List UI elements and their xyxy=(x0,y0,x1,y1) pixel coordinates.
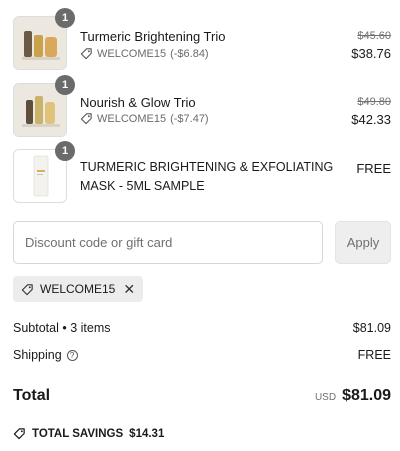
total-row: Total USD $81.09 xyxy=(13,387,391,405)
total-amount: $81.09 xyxy=(342,387,391,404)
info-icon[interactable]: ? xyxy=(66,349,78,361)
tag-icon xyxy=(80,48,92,60)
total-label: Total xyxy=(13,387,51,404)
shipping-label-group: Shipping ? xyxy=(13,348,78,362)
tag-icon xyxy=(21,283,33,295)
tag-icon xyxy=(13,428,25,440)
line-item: 1 Nourish & Glow Trio WELCOME15 (-$7.47)… xyxy=(0,75,400,139)
subtotal-value: $81.09 xyxy=(352,321,391,335)
product-name: TURMERIC BRIGHTENING & EXFOLIATING MASK … xyxy=(80,160,334,193)
discount-amount: (-$6.84) xyxy=(170,47,209,60)
product-thumbnail: 1 xyxy=(13,75,75,137)
shipping-value: FREE xyxy=(357,348,391,362)
tag-icon xyxy=(80,113,92,125)
subtotal-row: Subtotal • 3 items $81.09 xyxy=(13,321,391,335)
applied-code: WELCOME15 xyxy=(40,282,116,296)
shipping-label: Shipping xyxy=(13,348,62,362)
product-name: Turmeric Brightening Trio xyxy=(80,29,226,44)
savings-value: $14.31 xyxy=(129,427,165,440)
shipping-row: Shipping ? FREE xyxy=(13,348,391,362)
quantity-badge: 1 xyxy=(55,141,75,161)
total-amount-group: USD $81.09 xyxy=(315,387,391,405)
close-icon[interactable]: ✕ xyxy=(123,281,135,298)
product-thumbnail: 1 xyxy=(13,8,75,70)
savings-label: TOTAL SAVINGS xyxy=(32,427,124,440)
discount-code: WELCOME15 xyxy=(97,112,167,125)
original-price: $45.60 xyxy=(357,30,391,42)
currency-code: USD xyxy=(314,392,337,403)
applied-discount-chip: WELCOME15 ✕ xyxy=(13,276,144,302)
item-discount: WELCOME15 (-$6.84) xyxy=(80,47,209,60)
item-discount: WELCOME15 (-$7.47) xyxy=(80,112,209,125)
product-name: Nourish & Glow Trio xyxy=(80,95,196,110)
item-price: $42.33 xyxy=(351,112,391,127)
quantity-badge: 1 xyxy=(55,75,75,95)
discount-amount: (-$7.47) xyxy=(170,112,209,125)
item-price: FREE xyxy=(356,161,391,176)
apply-button[interactable]: Apply xyxy=(335,221,391,264)
total-savings: TOTAL SAVINGS $14.31 xyxy=(13,427,164,440)
discount-code: WELCOME15 xyxy=(97,47,167,60)
discount-code-input[interactable] xyxy=(13,221,323,264)
item-price: $38.76 xyxy=(351,46,391,61)
original-price: $49.80 xyxy=(357,96,391,108)
product-thumbnail: 1 xyxy=(13,141,75,203)
quantity-badge: 1 xyxy=(55,8,75,28)
subtotal-label: Subtotal • 3 items xyxy=(13,321,111,335)
line-item: 1 TURMERIC BRIGHTENING & EXFOLIATING MAS… xyxy=(0,141,400,207)
line-item: 1 Turmeric Brightening Trio WELCOME15 (-… xyxy=(0,8,400,74)
